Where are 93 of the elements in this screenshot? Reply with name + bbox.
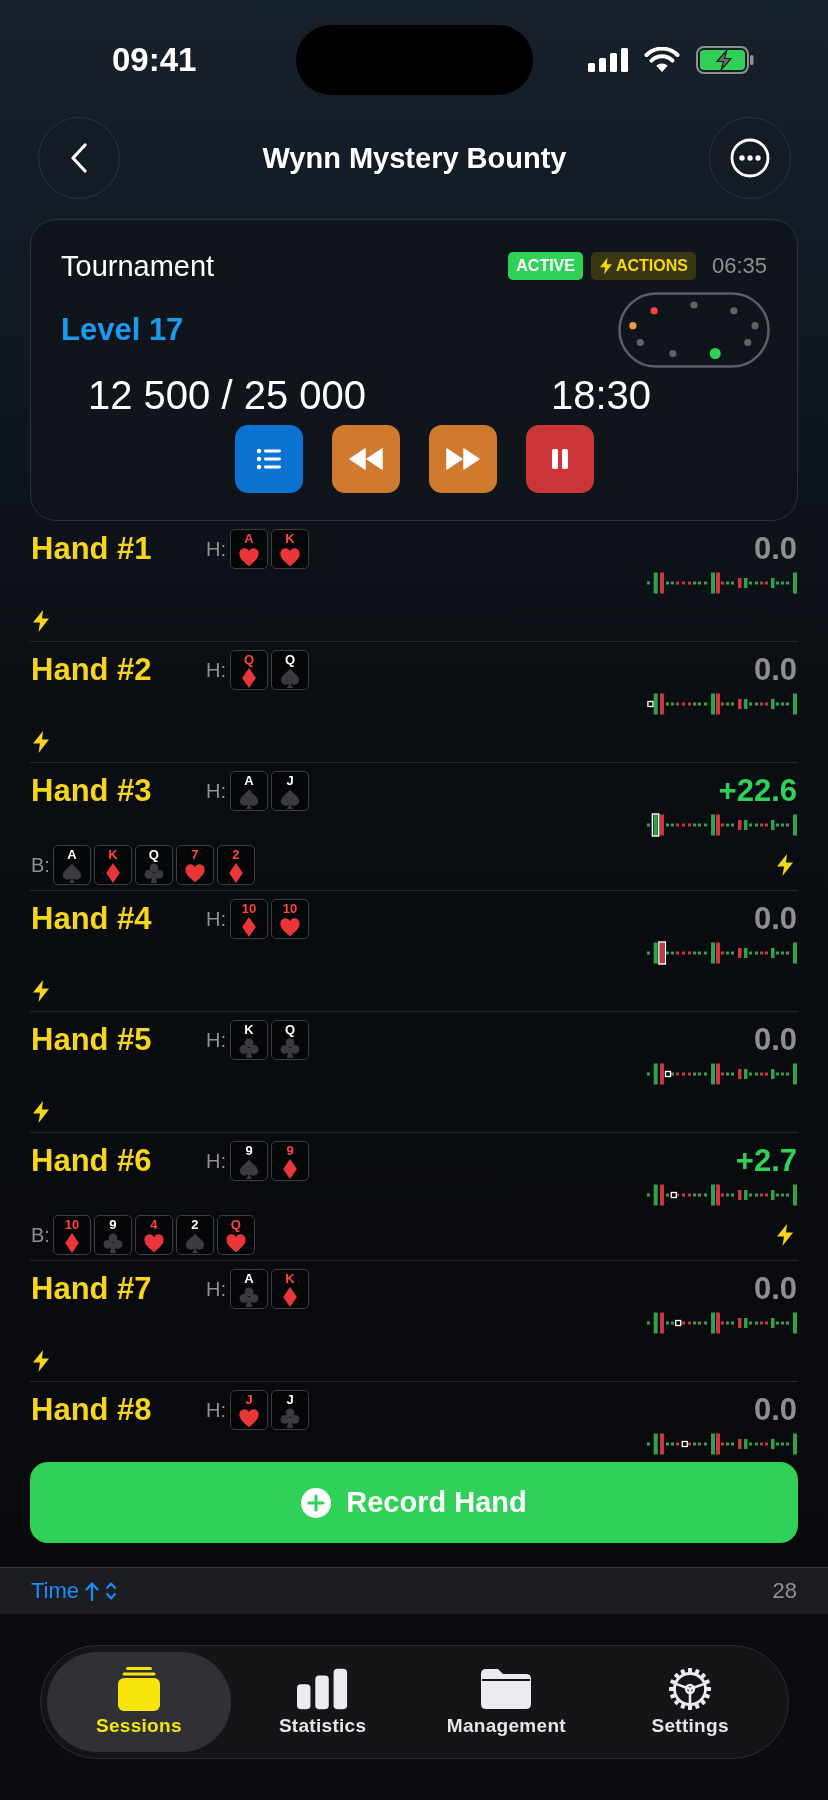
card-rank: 2 — [191, 1218, 199, 1232]
heart-icon — [183, 862, 206, 884]
tab-button[interactable]: Statistics — [230, 1652, 415, 1752]
card-rank: Q — [284, 1023, 296, 1037]
pause-button[interactable] — [525, 425, 594, 493]
gear-icon — [667, 1666, 714, 1712]
chevron-left-icon — [70, 143, 88, 173]
level-clock: 18:30 — [550, 372, 652, 418]
hand-result: 0.0 — [753, 1392, 797, 1428]
card-rank: 10 — [241, 902, 257, 916]
status-time: 09:41 — [112, 41, 198, 79]
heart-icon — [279, 546, 301, 568]
hand-result: 0.0 — [753, 901, 797, 937]
hole-cards-label: H: — [206, 1398, 226, 1422]
hand-count: 28 — [772, 1578, 797, 1604]
heart-icon — [279, 916, 301, 938]
card-rank: A — [67, 848, 77, 862]
hand-result: 0.0 — [753, 1271, 797, 1307]
level-label: Level 17 — [61, 312, 184, 348]
card-rank: 7 — [191, 848, 199, 862]
elapsed-time: 06:35 — [711, 253, 767, 279]
board-cards-label: B: — [31, 1223, 50, 1247]
heart-icon — [224, 1232, 247, 1254]
hand-title: Hand #5 — [31, 1022, 153, 1058]
hand-title: Hand #3 — [31, 773, 153, 809]
hand-title: Hand #1 — [31, 531, 153, 567]
card-rank: J — [286, 774, 294, 788]
card-rank: J — [245, 1393, 253, 1407]
rewind-icon — [347, 448, 384, 470]
hand-result: +22.6 — [718, 773, 797, 809]
card-rank: K — [108, 848, 118, 862]
card-rank: K — [244, 1023, 254, 1037]
card-rank: 10 — [282, 902, 298, 916]
stack-icon — [115, 1666, 162, 1712]
hand-title: Hand #4 — [31, 901, 153, 937]
hand-title: Hand #6 — [31, 1143, 153, 1179]
card-rank: K — [285, 1272, 295, 1286]
hole-cards-label: H: — [206, 1149, 226, 1173]
card-rank: 9 — [109, 1218, 117, 1232]
board-cards-label: B: — [31, 853, 50, 877]
hole-cards-label: H: — [206, 907, 226, 931]
heart-icon — [238, 546, 260, 568]
hole-cards-label: H: — [206, 779, 226, 803]
card-rank: A — [244, 532, 254, 546]
card-rank: 2 — [232, 848, 240, 862]
card-rank: 9 — [245, 1144, 253, 1158]
more-icon — [730, 138, 770, 178]
battery-icon — [696, 46, 754, 74]
fast-forward-icon — [444, 448, 481, 470]
wifi-icon — [644, 47, 680, 73]
hand-result: 0.0 — [753, 531, 797, 567]
chevron-up-down-icon — [105, 1580, 118, 1602]
card-title: Tournament — [61, 249, 215, 283]
hand-title: Hand #8 — [31, 1392, 153, 1428]
card-rank: Q — [148, 848, 159, 862]
card-rank: J — [286, 1393, 294, 1407]
hole-cards-label: H: — [206, 1028, 226, 1052]
heart-icon — [142, 1232, 165, 1254]
hole-cards-label: H: — [206, 1277, 226, 1301]
rewind-button[interactable] — [331, 425, 400, 493]
hand-result: 0.0 — [753, 1022, 797, 1058]
card-rank: K — [285, 532, 295, 546]
card-rank: Q — [230, 1218, 241, 1232]
card-rank: 9 — [286, 1144, 294, 1158]
list-button[interactable] — [234, 425, 303, 493]
tab-button[interactable]: Settings — [598, 1652, 782, 1752]
blinds-text: 12 500 / 25 000 — [88, 372, 366, 418]
hand-result: 0.0 — [753, 652, 797, 688]
badge-label: ACTIONS — [615, 257, 688, 275]
sort-button[interactable]: Time — [31, 1578, 118, 1604]
card-rank: 10 — [64, 1218, 80, 1232]
hand-title: Hand #2 — [31, 652, 153, 688]
tab-button[interactable]: Management — [414, 1652, 599, 1752]
lightning-icon — [598, 257, 613, 275]
hole-cards-label: H: — [206, 658, 226, 682]
hole-cards-label: H: — [206, 537, 226, 561]
bar-chart-icon — [296, 1668, 349, 1710]
card-rank: Q — [243, 653, 255, 667]
status-badge: ACTIVE — [508, 252, 583, 280]
folder-icon — [481, 1669, 532, 1709]
plus-circle-icon — [301, 1487, 332, 1518]
card-rank: 4 — [150, 1218, 158, 1232]
screen-title: Wynn Mystery Bounty — [261, 141, 568, 175]
pause-icon — [550, 448, 569, 470]
tab-button[interactable]: Sessions — [47, 1652, 231, 1752]
fast-forward-button[interactable] — [428, 425, 497, 493]
hand-result: +2.7 — [735, 1143, 797, 1179]
heart-icon — [238, 1407, 260, 1429]
card-rank: A — [244, 774, 254, 788]
card-rank: A — [244, 1272, 254, 1286]
signal-icon — [588, 48, 628, 72]
hand-title: Hand #7 — [31, 1271, 153, 1307]
card-rank: Q — [284, 653, 296, 667]
